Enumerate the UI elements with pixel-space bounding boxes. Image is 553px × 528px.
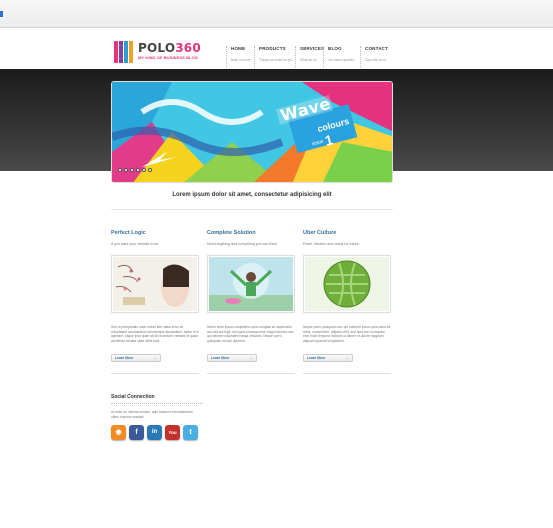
site-logo[interactable]: POLO360 MY KIND OF BUSINESS BLOG xyxy=(114,41,204,65)
column-rule xyxy=(207,373,295,374)
nav-item-sub: Our latest updates xyxy=(328,58,355,62)
arrow-right-icon: → xyxy=(344,355,349,361)
feature-title: Perfect Logic xyxy=(111,230,146,236)
feature-column-perfect-logic: Perfect Logic If you want your website t… xyxy=(111,230,199,374)
learn-more-button[interactable]: Learn More → xyxy=(303,354,353,362)
nav-item-home[interactable]: HOME Back to home xyxy=(226,46,251,68)
facebook-icon[interactable]: f xyxy=(129,425,144,440)
feature-column-complete-solution: Complete Solution Need anything and ever… xyxy=(207,230,295,374)
nav-item-blog[interactable]: BLOG Our latest updates xyxy=(323,46,354,68)
social-rule xyxy=(111,403,203,404)
logo-wordmark: POLO360 xyxy=(138,42,201,55)
focus-marker xyxy=(0,11,3,17)
slider-dot[interactable] xyxy=(142,168,146,172)
site-header: POLO360 MY KIND OF BUSINESS BLOG HOME Ba… xyxy=(0,28,553,69)
social-connection: Social Connection Ut enim ad minima veni… xyxy=(111,394,203,440)
arrow-right-icon: → xyxy=(248,355,253,361)
learn-more-label: Learn More xyxy=(115,356,134,360)
nav-item-label: BLOG xyxy=(328,46,342,51)
nav-item-contact[interactable]: CONTACT Say hello to us xyxy=(360,46,388,68)
youtube-icon[interactable]: You xyxy=(165,425,180,440)
arrow-right-icon: → xyxy=(152,355,157,361)
learn-more-button[interactable]: Learn More → xyxy=(207,354,257,362)
feature-body: Nemo enim ipsam voluptatem quia voluptas… xyxy=(207,325,294,343)
nav-item-label: CONTACT xyxy=(365,46,389,51)
twitter-icon[interactable]: t xyxy=(183,425,198,440)
headline-divider xyxy=(111,209,393,210)
logo-name-part1: POLO xyxy=(138,41,176,55)
logo-name-part2: 360 xyxy=(175,41,201,55)
slider-dot[interactable] xyxy=(118,168,122,172)
social-title: Social Connection xyxy=(111,394,155,400)
feature-title: Uber Culture xyxy=(303,230,337,236)
browser-top-strip xyxy=(0,0,553,28)
column-rule xyxy=(303,373,391,374)
learn-more-label: Learn More xyxy=(307,356,326,360)
feature-body: Sed ut perspiciatis unde omnis iste natu… xyxy=(111,325,199,343)
slider-pagination xyxy=(118,159,154,177)
nav-item-sub: Back to home xyxy=(231,58,251,62)
hero-slider[interactable]: Wave colours issue 1 xyxy=(111,81,393,183)
page-headline: Lorem ipsum dolor sit amet, consectetur … xyxy=(172,192,332,198)
slider-dot[interactable] xyxy=(136,168,140,172)
feature-image-uber-culture xyxy=(303,255,391,313)
feature-subtitle: Need anything and everything you can thi… xyxy=(207,242,277,246)
social-body: Ut enim ad minima veniam, quis nostrum e… xyxy=(111,410,194,419)
column-rule xyxy=(111,373,199,374)
feature-image-perfect-logic xyxy=(111,255,199,313)
feature-subtitle: Fresh, Modern and ready for future xyxy=(303,242,359,246)
nav-item-label: PRODUCTS xyxy=(259,46,286,51)
nav-item-label: SERVICES xyxy=(300,46,325,51)
logo-tagline: MY KIND OF BUSINESS BLOG xyxy=(138,55,199,60)
logo-bars-icon xyxy=(114,41,136,63)
slider-dot[interactable] xyxy=(148,168,152,172)
feature-title: Complete Solution xyxy=(207,230,256,236)
nav-item-products[interactable]: PRODUCTS Things we make for you xyxy=(254,46,293,68)
linkedin-icon[interactable]: in xyxy=(147,425,162,440)
nav-item-sub: What we do xyxy=(300,58,317,62)
rss-icon[interactable]: ◉ xyxy=(111,425,126,440)
slider-artwork xyxy=(112,82,392,182)
feature-column-uber-culture: Uber Culture Fresh, Modern and ready for… xyxy=(303,230,391,374)
nav-item-services[interactable]: SERVICES What we do xyxy=(295,46,324,68)
nav-item-sub: Things we make for you xyxy=(259,58,293,62)
nav-item-label: HOME xyxy=(231,46,246,51)
slider-dot[interactable] xyxy=(124,168,128,172)
learn-more-button[interactable]: Learn More → xyxy=(111,354,161,362)
feature-subtitle: If you want your website to be xyxy=(111,242,159,246)
learn-more-label: Learn More xyxy=(211,356,230,360)
nav-item-sub: Say hello to us xyxy=(365,58,386,62)
feature-image-complete-solution xyxy=(207,255,295,313)
slider-dot[interactable] xyxy=(130,168,134,172)
feature-body: Neque porro quisquam est, qui dolorem ip… xyxy=(303,325,391,343)
